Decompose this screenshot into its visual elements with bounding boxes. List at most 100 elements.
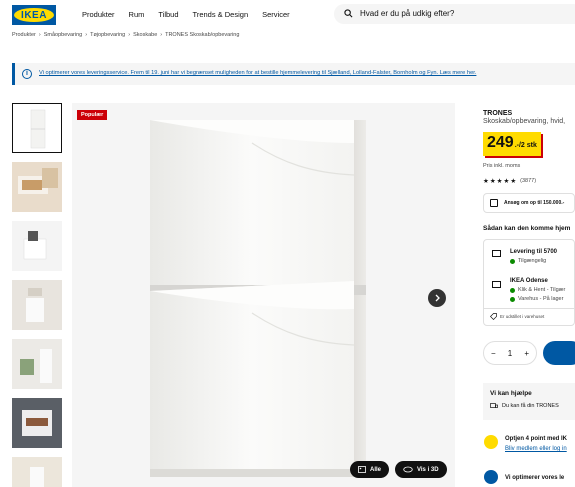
shoes-thumbnail-image xyxy=(12,398,62,448)
delivery-status-text: Tilgængelig xyxy=(518,258,547,264)
help-box[interactable]: Vi kan hjælpe Du kan få din TRONES xyxy=(483,383,575,420)
interior-thumbnail-image xyxy=(12,339,62,389)
in-stock-dot-icon xyxy=(510,258,515,264)
optimization-note: Vi optimerer vores le xyxy=(505,475,565,481)
logo-oval: IKEA xyxy=(14,8,54,22)
chevron-right-icon: › xyxy=(128,32,131,38)
availability-title: Sådan kan den komme hjem xyxy=(483,225,571,232)
star-icon: ★ xyxy=(489,178,496,185)
thumbnail-7[interactable] xyxy=(12,457,62,487)
breadcrumb-item[interactable]: Småopbevaring xyxy=(44,32,83,38)
info-icon: i xyxy=(22,69,32,79)
increase-button[interactable]: + xyxy=(524,349,529,358)
star-icon: ★ xyxy=(483,178,489,185)
card-icon xyxy=(490,199,498,207)
in-stock-dot-icon xyxy=(510,287,515,293)
breadcrumb-item[interactable]: Skoskabe xyxy=(133,32,157,38)
exhibited-note: Er udstillet i varehuset xyxy=(500,314,545,319)
info-icon xyxy=(484,470,498,484)
in-stock-dot-icon xyxy=(510,296,515,302)
popular-badge: Populær xyxy=(77,110,108,120)
add-to-cart-button[interactable] xyxy=(543,341,575,365)
tag-icon xyxy=(490,313,497,320)
divider xyxy=(484,308,575,309)
all-images-label: Alle xyxy=(370,466,382,473)
nav-item-rum[interactable]: Rum xyxy=(129,10,145,19)
half-star-icon: ★ xyxy=(510,178,517,185)
all-images-button[interactable]: Alle xyxy=(350,461,390,478)
price-tag: 249 .-/2 stk xyxy=(483,132,541,156)
store-icon xyxy=(492,281,501,288)
thumbnail-6[interactable] xyxy=(12,398,62,448)
view-3d-button[interactable]: Vis i 3D xyxy=(395,461,447,478)
chevron-right-icon: › xyxy=(160,32,163,38)
delivery-title[interactable]: Levering til 5700 xyxy=(510,249,557,255)
truck-icon xyxy=(490,403,498,408)
hallway-thumbnail-image xyxy=(12,280,62,330)
product-description: Skoskab/opbevaring, hvid, xyxy=(483,118,566,125)
thumbnail-5[interactable] xyxy=(12,339,62,389)
thumbnail-4[interactable] xyxy=(12,280,62,330)
rating[interactable]: ★ ★ ★ ★ ★ (3877) xyxy=(483,177,536,185)
star-icon: ★ xyxy=(496,178,503,185)
store-line-2: Varehus - På lager xyxy=(510,296,563,302)
breadcrumb-item[interactable]: Tøjopbevaring xyxy=(90,32,125,38)
nav-item-trends[interactable]: Trends & Design xyxy=(193,10,249,19)
room-thumbnail-image xyxy=(12,162,62,212)
main-product-image[interactable] xyxy=(72,103,455,487)
rating-count: (3877) xyxy=(520,178,537,184)
logo-text: IKEA xyxy=(21,9,47,21)
thumbnail-1[interactable] xyxy=(12,103,62,153)
thumbnail-2[interactable] xyxy=(12,162,62,212)
image-icon xyxy=(358,466,366,473)
store-title[interactable]: IKEA Odense xyxy=(510,278,548,284)
store-line-1-text: Klik & Hent - Tilgær xyxy=(518,287,566,293)
nav-item-produkter[interactable]: Produkter xyxy=(82,10,115,19)
next-image-button[interactable] xyxy=(428,289,446,307)
site-header: IKEA Produkter Rum Tilbud Trends & Desig… xyxy=(0,0,575,30)
nav-item-servicer[interactable]: Servicer xyxy=(262,10,290,19)
3d-rotate-icon xyxy=(403,466,413,473)
breadcrumb: Produkter › Småopbevaring › Tøjopbevarin… xyxy=(12,32,239,38)
chevron-right-icon: › xyxy=(38,32,41,38)
banner-link[interactable]: Vi optimerer vores leveringsservice. Fre… xyxy=(39,70,476,76)
availability-box[interactable]: Levering til 5700 Tilgængelig IKEA Odens… xyxy=(483,239,575,326)
quantity-value: 1 xyxy=(507,348,513,358)
truck-icon xyxy=(492,250,501,257)
chevron-right-icon: › xyxy=(85,32,88,38)
wall-thumbnail-image xyxy=(12,457,62,487)
family-points-icon xyxy=(484,435,498,449)
help-title: Vi kan hjælpe xyxy=(490,390,532,397)
product-name: TRONES xyxy=(483,110,513,117)
delivery-status: Tilgængelig xyxy=(510,258,546,264)
detail-thumbnail-image xyxy=(12,221,62,271)
nav-item-tilbud[interactable]: Tilbud xyxy=(158,10,178,19)
family-signup-link[interactable]: Bliv medlem eller log in xyxy=(505,446,567,452)
price-suffix: .-/2 stk xyxy=(514,142,537,149)
star-icon: ★ xyxy=(503,178,510,185)
main-nav: Produkter Rum Tilbud Trends & Design Ser… xyxy=(82,10,304,19)
search-placeholder: Hvad er du på udkig efter? xyxy=(360,9,455,18)
finance-offer[interactable]: Ansøg om op til 150.000.- xyxy=(483,193,575,213)
thumbnail-3[interactable] xyxy=(12,221,62,271)
store-line-1: Klik & Hent - Tilgær xyxy=(510,287,565,293)
family-title: Optjen 4 point med IK xyxy=(505,436,568,442)
info-banner: i Vi optimerer vores leveringsservice. F… xyxy=(12,63,575,85)
price-main: 249 xyxy=(487,134,514,151)
view-3d-label: Vis i 3D xyxy=(417,466,439,473)
shoe-cabinet-illustration xyxy=(150,120,366,477)
finance-text: Ansøg om op til 150.000.- xyxy=(504,200,565,206)
decrease-button[interactable]: − xyxy=(491,349,496,358)
price-note: Pris inkl. moms xyxy=(483,163,521,169)
search-input[interactable]: Hvad er du på udkig efter? xyxy=(334,4,575,24)
chevron-right-icon xyxy=(435,294,440,302)
breadcrumb-item[interactable]: Produkter xyxy=(12,32,36,38)
help-line: Du kan få din TRONES xyxy=(490,403,559,409)
store-line-2-text: Varehus - På lager xyxy=(518,296,564,302)
search-icon xyxy=(344,9,353,18)
ikea-logo[interactable]: IKEA xyxy=(12,5,56,25)
quantity-stepper[interactable]: − 1 + xyxy=(483,341,537,365)
product-thumbnail-image xyxy=(30,109,46,149)
help-line-text: Du kan få din TRONES xyxy=(502,403,559,409)
breadcrumb-item: TRONES Skoskab/opbevaring xyxy=(165,32,240,38)
